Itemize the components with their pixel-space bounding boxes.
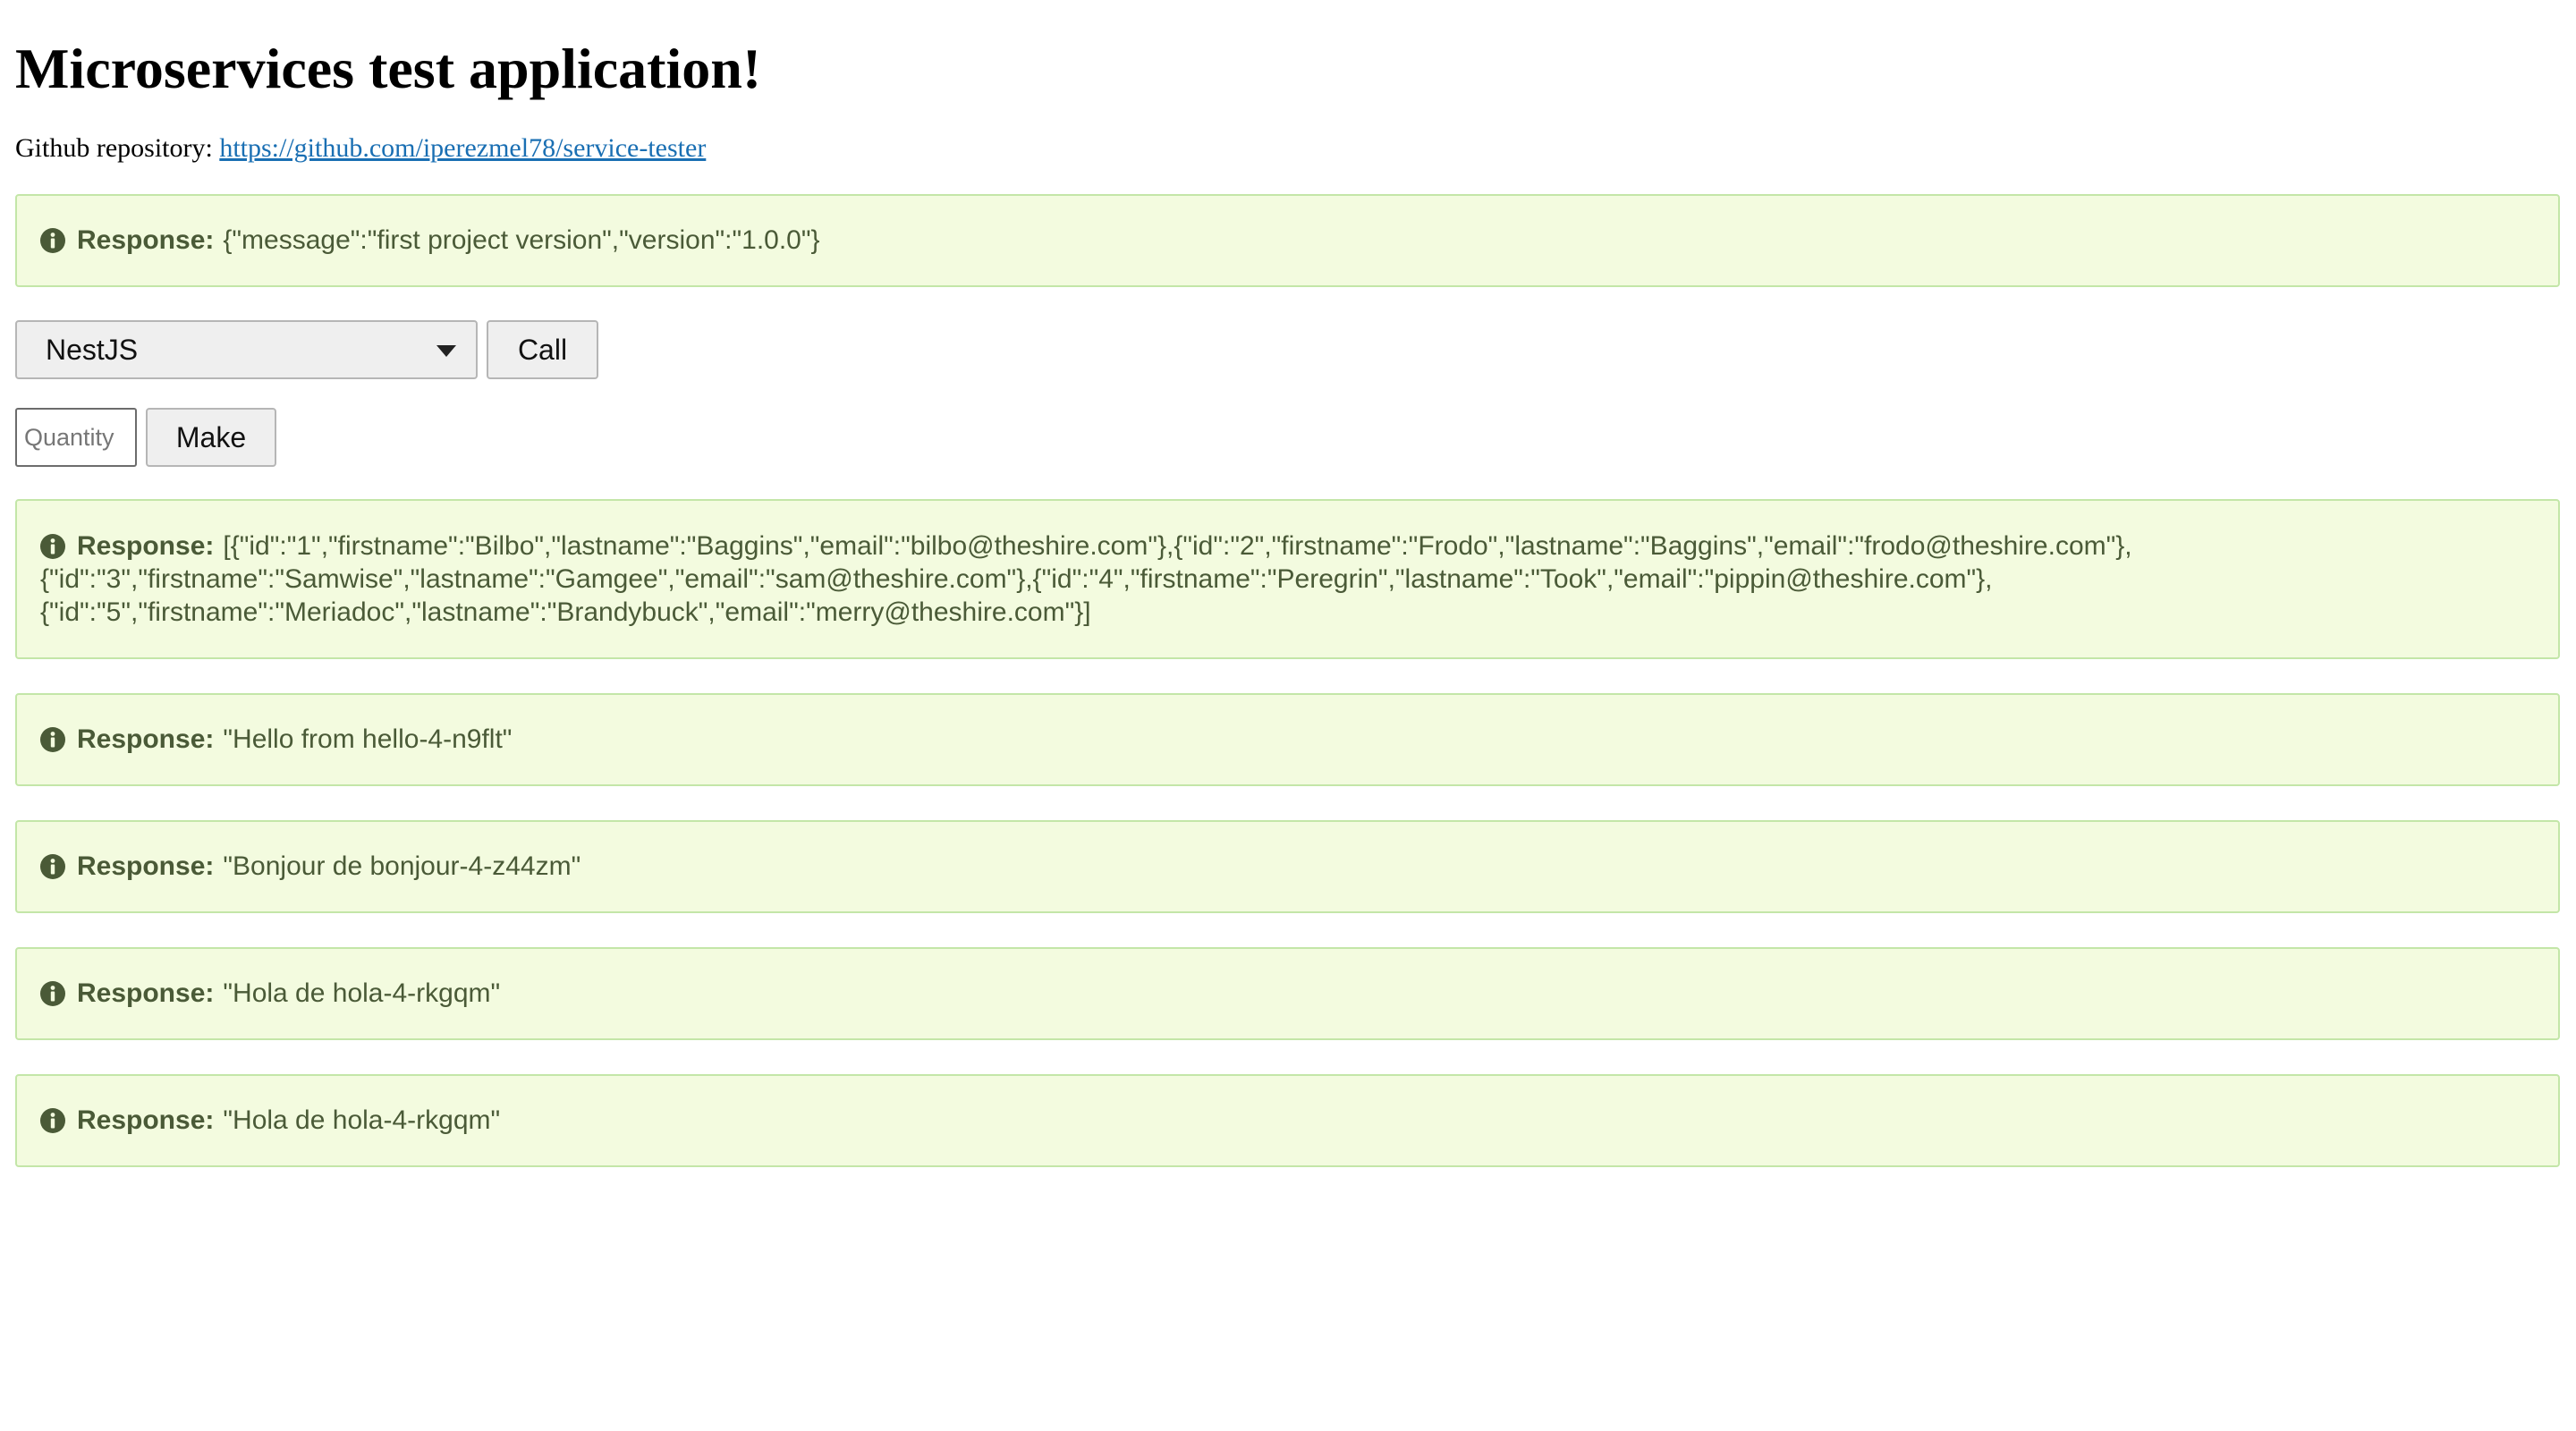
quantity-input[interactable]: Quantity — [15, 408, 137, 467]
response-text: {"message":"first project version","vers… — [223, 225, 820, 255]
response-text: "Hello from hello-4-n9flt" — [223, 724, 513, 754]
repository-line: Github repository: https://github.com/ip… — [15, 135, 2560, 162]
users-response-body: Response: [{"id":"1","firstname":"Bilbo"… — [40, 529, 2132, 629]
info-circle-icon — [40, 228, 65, 253]
response-text: "Hola de hola-4-rkgqm" — [223, 978, 501, 1008]
page-title: Microservices test application! — [15, 37, 762, 100]
response-text: "Hola de hola-4-rkgqm" — [223, 1105, 501, 1135]
info-circle-icon — [40, 854, 65, 879]
response-label: Response: — [77, 531, 215, 561]
response-label: Response: — [77, 851, 215, 881]
response-text-line-2: {"id":"3","firstname":"Samwise","lastnam… — [40, 564, 1993, 594]
info-circle-icon — [40, 727, 65, 752]
response-label: Response: — [77, 1105, 215, 1135]
call-button[interactable]: Call — [487, 320, 598, 379]
version-response-alert: Response: {"message":"first project vers… — [15, 194, 2560, 287]
hola-response-alert-2: Response: "Hola de hola-4-rkgqm" — [15, 1074, 2560, 1167]
info-circle-icon — [40, 1108, 65, 1133]
service-controls: NestJS Call — [15, 320, 2560, 379]
response-text-line-3: {"id":"5","firstname":"Meriadoc","lastna… — [40, 597, 1091, 627]
service-select[interactable]: NestJS — [15, 320, 478, 379]
info-circle-icon — [40, 534, 65, 559]
response-text-line-1: [{"id":"1","firstname":"Bilbo","lastname… — [223, 531, 2132, 561]
users-response-first-line-row: Response: [{"id":"1","firstname":"Bilbo"… — [77, 529, 2132, 563]
make-button[interactable]: Make — [146, 408, 276, 467]
caret-down-icon — [436, 345, 456, 357]
repository-link[interactable]: https://github.com/iperezmel78/service-t… — [219, 133, 706, 163]
quantity-controls: Quantity Make — [15, 408, 2560, 467]
hello-response-alert: Response: "Hello from hello-4-n9flt" — [15, 693, 2560, 786]
info-circle-icon — [40, 981, 65, 1006]
response-label: Response: — [77, 978, 215, 1008]
page: Microservices test application! Github r… — [0, 0, 2576, 1431]
response-text: "Bonjour de bonjour-4-z44zm" — [223, 851, 581, 881]
users-response-alert: Response: [{"id":"1","firstname":"Bilbo"… — [15, 499, 2560, 659]
response-label: Response: — [77, 724, 215, 754]
response-label: Response: — [77, 225, 215, 255]
bonjour-response-alert: Response: "Bonjour de bonjour-4-z44zm" — [15, 820, 2560, 913]
hola-response-alert: Response: "Hola de hola-4-rkgqm" — [15, 947, 2560, 1040]
repository-label: Github repository: — [15, 133, 213, 163]
service-select-value: NestJS — [46, 333, 139, 366]
